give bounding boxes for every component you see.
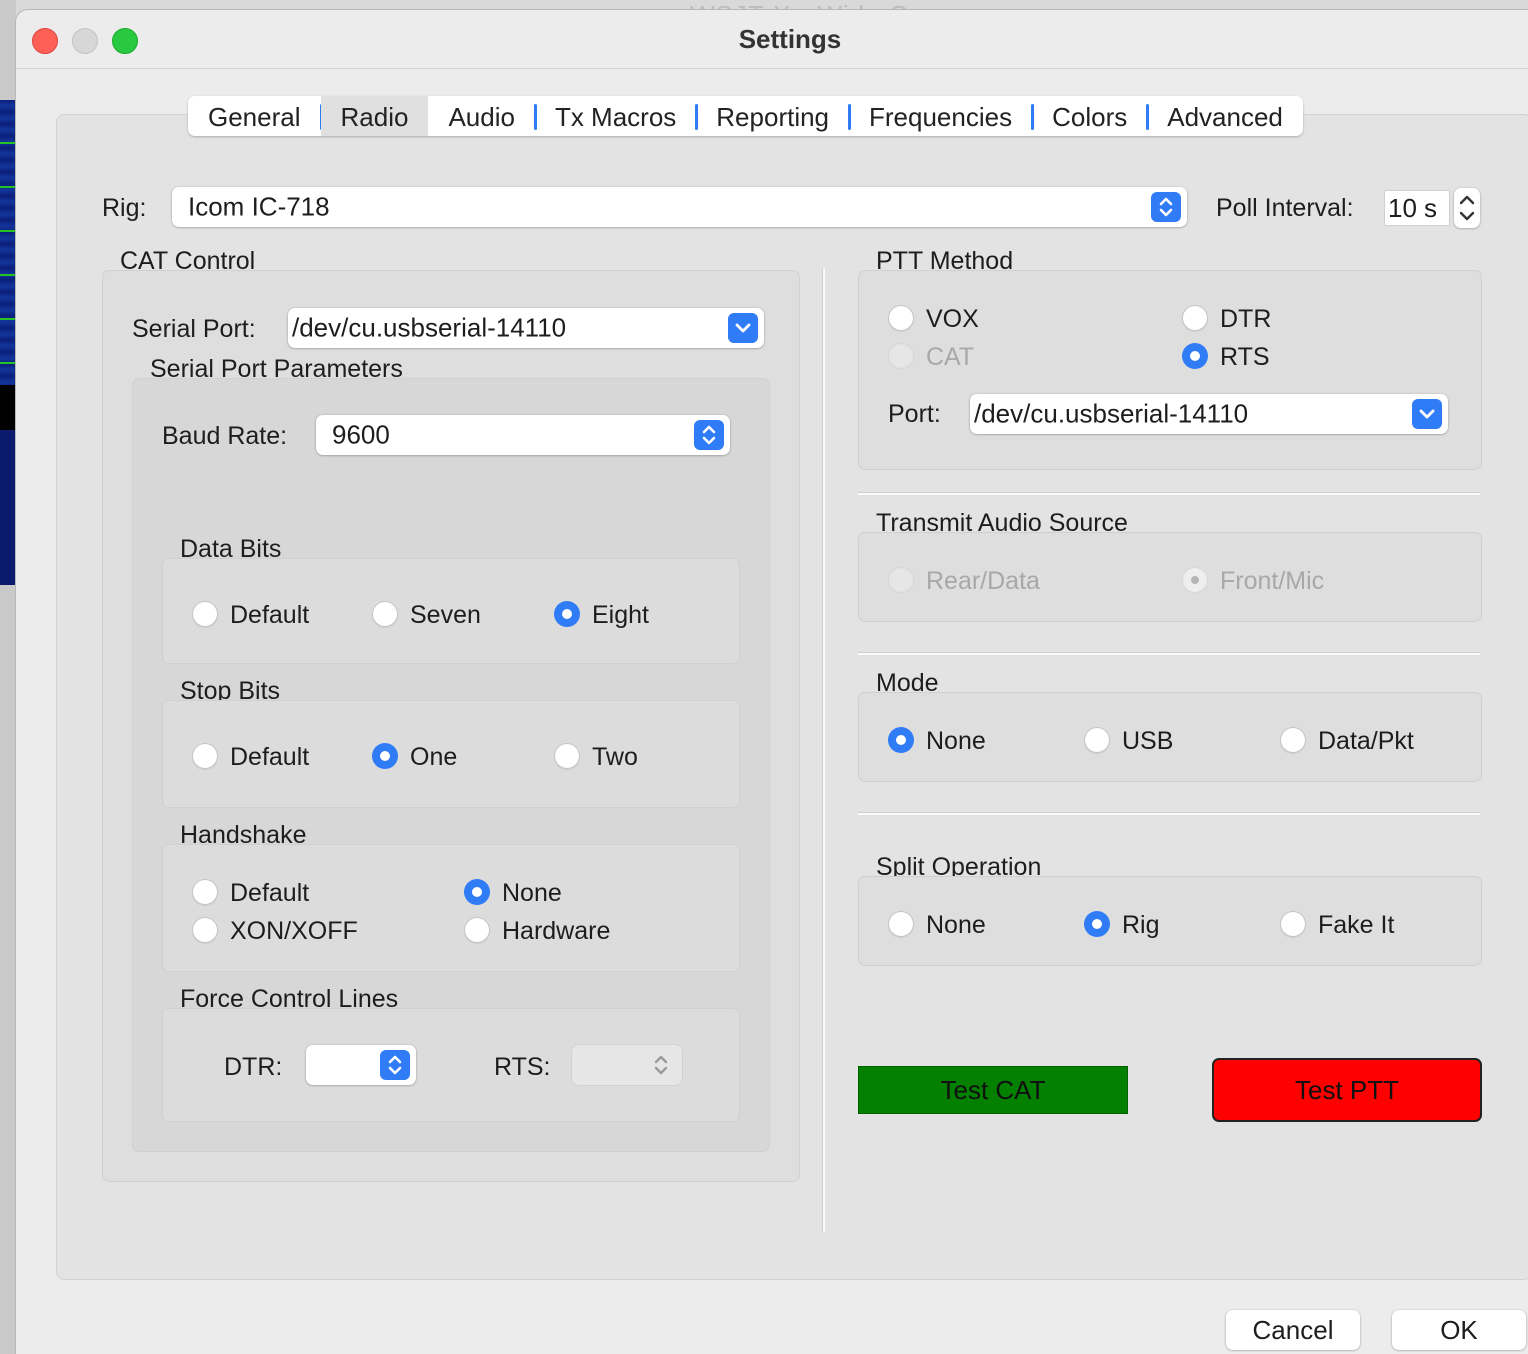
background-app-edge [0, 0, 16, 1354]
separator [858, 492, 1480, 495]
stop-bits-one-radio[interactable] [372, 743, 398, 769]
tx-audio-rear-data-label: Rear/Data [926, 567, 1040, 595]
baud-rate-label: Baud Rate: [162, 422, 288, 450]
poll-interval-field[interactable]: 10 s [1384, 190, 1450, 226]
ptt-port-value: /dev/cu.usbserial-14110 [974, 398, 1249, 429]
mode-data-pkt-label: Data/Pkt [1318, 727, 1414, 755]
tab-radio[interactable]: Radio [320, 96, 429, 136]
handshake-none-radio[interactable] [464, 879, 490, 905]
tab-tx-macros[interactable]: Tx Macros [535, 96, 699, 136]
rig-value: Icom IC-718 [188, 191, 330, 222]
ptt-dtr-label: DTR [1220, 305, 1272, 333]
tab-general[interactable]: General [188, 96, 322, 136]
stop-bits-default-label: Default [230, 743, 310, 771]
ptt-port-label: Port: [888, 400, 941, 428]
ptt-cat-label: CAT [926, 343, 975, 371]
stop-bits-two-radio[interactable] [554, 743, 580, 769]
serial-port-label: Serial Port: [132, 315, 256, 343]
ptt-port-select[interactable]: /dev/cu.usbserial-14110 [970, 394, 1448, 434]
separator [858, 812, 1480, 815]
separator [858, 652, 1480, 655]
tab-bar: General Radio Audio Tx Macros Reporting … [188, 96, 1303, 136]
tab-audio[interactable]: Audio [428, 96, 537, 136]
data-bits-eight-radio[interactable] [554, 601, 580, 627]
tab-advanced[interactable]: Advanced [1147, 96, 1303, 136]
poll-interval-stepper[interactable] [1454, 188, 1480, 228]
handshake-none-label: None [502, 879, 562, 907]
ptt-vox-radio[interactable] [888, 305, 914, 331]
split-none-radio[interactable] [888, 911, 914, 937]
mode-usb-label: USB [1122, 727, 1174, 755]
ptt-rts-radio[interactable] [1182, 343, 1208, 369]
chevron-up-down-icon [1151, 192, 1181, 222]
tx-audio-front-mic-radio[interactable] [1182, 567, 1208, 593]
tab-colors[interactable]: Colors [1032, 96, 1150, 136]
chevron-up-down-icon [380, 1050, 410, 1080]
split-none-label: None [926, 911, 986, 939]
rig-select[interactable]: Icom IC-718 [172, 187, 1187, 227]
stop-bits-two-label: Two [592, 743, 638, 771]
ptt-cat-radio[interactable] [888, 343, 914, 369]
chevron-up-down-icon [694, 420, 724, 450]
rts-select[interactable] [572, 1045, 682, 1085]
waterfall-display [0, 100, 16, 385]
handshake-xonxoff-radio[interactable] [192, 917, 218, 943]
ok-button[interactable]: OK [1392, 1310, 1526, 1350]
baud-rate-value: 9600 [332, 419, 390, 450]
split-fake-it-radio[interactable] [1280, 911, 1306, 937]
chevron-down-icon [728, 313, 758, 343]
mode-none-label: None [926, 727, 986, 755]
ptt-rts-label: RTS [1220, 343, 1270, 371]
handshake-default-label: Default [230, 879, 310, 907]
poll-interval-unit: s [1424, 193, 1437, 223]
column-divider [822, 268, 825, 1232]
ptt-dtr-radio[interactable] [1182, 305, 1208, 331]
window-title: Settings [738, 24, 842, 54]
waterfall-gap [0, 385, 16, 430]
tx-audio-rear-data-radio[interactable] [888, 567, 914, 593]
split-rig-label: Rig [1122, 911, 1160, 939]
handshake-default-radio[interactable] [192, 879, 218, 905]
poll-interval-value: 10 [1388, 193, 1417, 223]
data-bits-seven-radio[interactable] [372, 601, 398, 627]
split-fake-it-label: Fake It [1318, 911, 1395, 939]
title-bar: Settings [16, 10, 1528, 69]
handshake-hardware-radio[interactable] [464, 917, 490, 943]
split-rig-radio[interactable] [1084, 911, 1110, 937]
cancel-button[interactable]: Cancel [1226, 1310, 1360, 1350]
serial-port-select[interactable]: /dev/cu.usbserial-14110 [288, 308, 764, 348]
tab-reporting[interactable]: Reporting [696, 96, 851, 136]
handshake-group [162, 844, 740, 972]
serial-port-value: /dev/cu.usbserial-14110 [292, 312, 567, 343]
poll-interval-label: Poll Interval: [1216, 194, 1354, 222]
test-ptt-button[interactable]: Test PTT [1212, 1058, 1482, 1122]
dtr-label: DTR: [224, 1053, 283, 1081]
mode-data-pkt-radio[interactable] [1280, 727, 1306, 753]
handshake-xonxoff-label: XON/XOFF [230, 917, 358, 945]
handshake-hardware-label: Hardware [502, 917, 611, 945]
data-bits-seven-label: Seven [410, 601, 481, 629]
chevron-down-icon [1412, 399, 1442, 429]
data-bits-default-label: Default [230, 601, 310, 629]
test-cat-button[interactable]: Test CAT [858, 1066, 1128, 1114]
mode-none-radio[interactable] [888, 727, 914, 753]
baud-rate-select[interactable]: 9600 [316, 415, 730, 455]
rts-label: RTS: [494, 1053, 551, 1081]
dtr-select[interactable] [306, 1045, 416, 1085]
tx-audio-front-mic-label: Front/Mic [1220, 567, 1325, 595]
chevron-up-down-icon [646, 1050, 676, 1080]
waterfall-display-lower [0, 430, 16, 585]
data-bits-default-radio[interactable] [192, 601, 218, 627]
stop-bits-one-label: One [410, 743, 458, 771]
tab-frequencies[interactable]: Frequencies [849, 96, 1035, 136]
settings-dialog: Settings General Radio Audio Tx Macros R… [16, 10, 1528, 1354]
stop-bits-default-radio[interactable] [192, 743, 218, 769]
mode-usb-radio[interactable] [1084, 727, 1110, 753]
data-bits-eight-label: Eight [592, 601, 649, 629]
rig-label: Rig: [102, 194, 147, 222]
ptt-vox-label: VOX [926, 305, 979, 333]
